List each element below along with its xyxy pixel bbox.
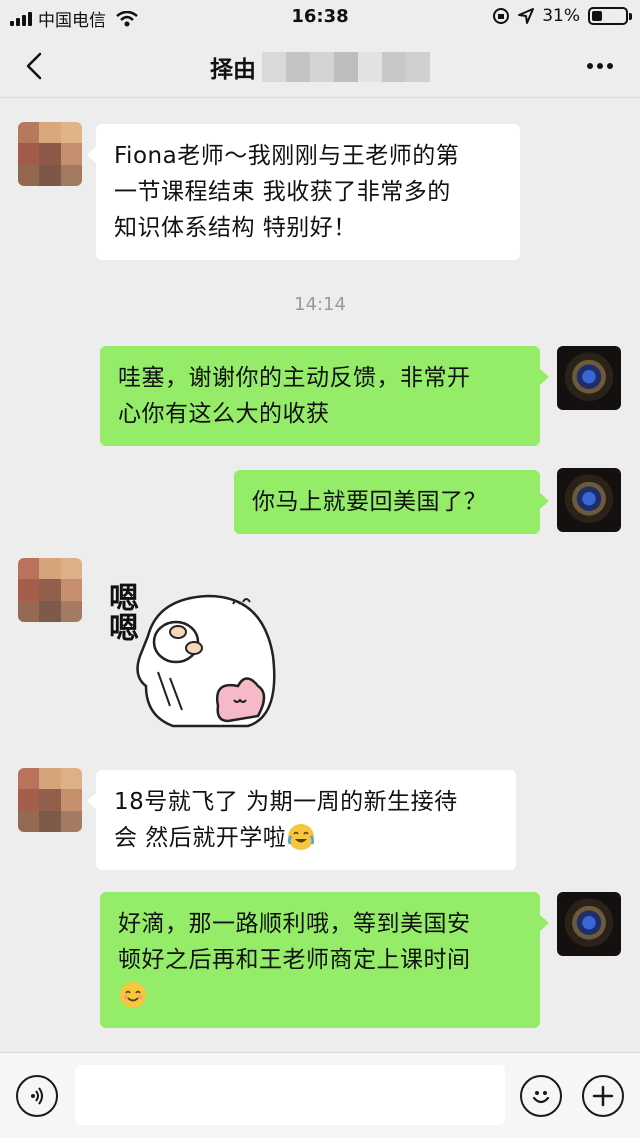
location-arrow-icon <box>518 8 535 24</box>
message-line: 哇塞，谢谢你的主动反馈，非常开 <box>118 365 471 391</box>
galaxy-avatar <box>557 346 621 410</box>
message-line-with-emoji: 会 然后就开学啦 <box>114 820 498 856</box>
message-line: 一节课程结束 我收获了非常多的 <box>114 179 451 205</box>
pixelated-avatar <box>18 768 82 832</box>
crying-laughing-emoji-icon <box>288 824 315 850</box>
message-bubble-outgoing[interactable]: 好滴，那一路顺利哦，等到美国安 顿好之后再和王老师商定上课时间 <box>100 892 549 1028</box>
message-line: 会 然后就开学啦 <box>114 825 287 851</box>
orientation-lock-icon <box>493 8 510 24</box>
smiling-face-emoji-icon <box>120 982 146 1008</box>
contact-avatar[interactable] <box>18 122 82 186</box>
nav-bar: 择由 <box>0 36 640 98</box>
message-line: 知识体系结构 特别好！ <box>114 215 357 241</box>
more-button[interactable] <box>580 54 620 78</box>
galaxy-avatar <box>557 468 621 532</box>
message-line-with-emoji <box>118 978 522 1014</box>
input-bar <box>0 1052 640 1138</box>
status-right: 31% <box>492 6 632 26</box>
nav-title-wrap: 择由 <box>0 50 640 84</box>
emoji-button[interactable] <box>520 1075 562 1117</box>
message-line: 好滴，那一路顺利哦，等到美国安 <box>118 911 471 937</box>
chat-area[interactable]: Fiona老师～我刚刚与王老师的第 一节课程结束 我收获了非常多的 知识体系结构… <box>0 98 640 1052</box>
chat-title: 择由 <box>210 57 256 83</box>
redacted-name <box>262 52 430 82</box>
my-avatar[interactable] <box>557 892 621 956</box>
sticker-message[interactable]: 嗯嗯 <box>98 576 288 736</box>
more-dots-icon <box>587 63 593 69</box>
status-bar: 中国电信 16:38 31% <box>0 0 640 36</box>
timestamp: 14:14 <box>294 294 346 315</box>
message-line: 顿好之后再和王老师商定上课时间 <box>118 947 471 973</box>
pixelated-avatar <box>18 558 82 622</box>
voice-icon <box>31 1087 43 1105</box>
galaxy-avatar <box>557 892 621 956</box>
battery-percent: 31% <box>542 6 580 26</box>
message-bubble-outgoing[interactable]: 哇塞，谢谢你的主动反馈，非常开 心你有这么大的收获 <box>100 346 549 446</box>
voice-button[interactable] <box>16 1075 58 1117</box>
message-input[interactable] <box>75 1065 505 1125</box>
message-bubble-outgoing[interactable]: 你马上就要回美国了？ <box>234 470 549 534</box>
message-line: 你马上就要回美国了？ <box>252 489 487 515</box>
plus-button[interactable] <box>582 1075 624 1117</box>
emoji-icon <box>532 1091 550 1104</box>
my-avatar[interactable] <box>557 468 621 532</box>
message-bubble-incoming[interactable]: 18号就飞了 为期一周的新生接待 会 然后就开学啦 <box>87 770 516 870</box>
plus-icon <box>592 1085 614 1107</box>
battery-fill <box>592 11 602 21</box>
message-line: Fiona老师～我刚刚与王老师的第 <box>114 143 460 169</box>
message-line: 18号就飞了 为期一周的新生接待 <box>114 789 458 815</box>
my-avatar[interactable] <box>557 346 621 410</box>
message-bubble-incoming[interactable]: Fiona老师～我刚刚与王老师的第 一节课程结束 我收获了非常多的 知识体系结构… <box>87 124 520 260</box>
contact-avatar[interactable] <box>18 558 82 622</box>
contact-avatar[interactable] <box>18 768 82 832</box>
message-line: 心你有这么大的收获 <box>118 401 330 427</box>
pixelated-avatar <box>18 122 82 186</box>
battery-icon <box>588 7 632 25</box>
sticker-character <box>136 594 276 728</box>
